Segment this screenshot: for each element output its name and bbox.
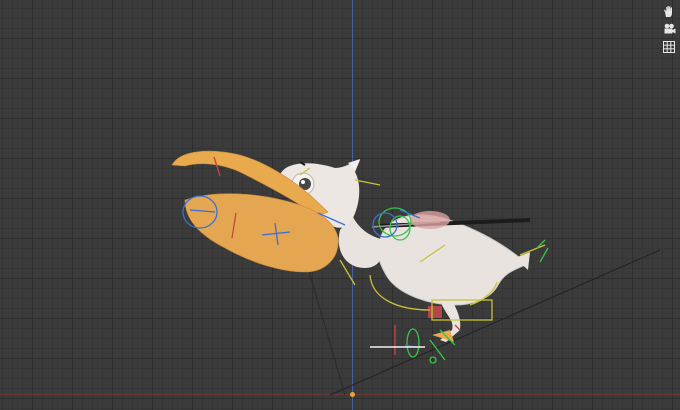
navigation-gizmo: [658, 0, 680, 56]
pelican-model[interactable]: [0, 0, 680, 410]
world-origin-marker: [350, 392, 355, 397]
rig-shoulder-marker: [410, 211, 450, 229]
camera-view-icon[interactable]: [660, 20, 678, 38]
3d-viewport[interactable]: [0, 0, 680, 410]
grid-ortho-icon[interactable]: [660, 38, 678, 56]
hand-pan-icon[interactable]: [660, 2, 678, 20]
eye-highlight: [301, 180, 305, 184]
pelican-body[interactable]: [377, 214, 526, 306]
rig-red-marker: [428, 306, 442, 318]
